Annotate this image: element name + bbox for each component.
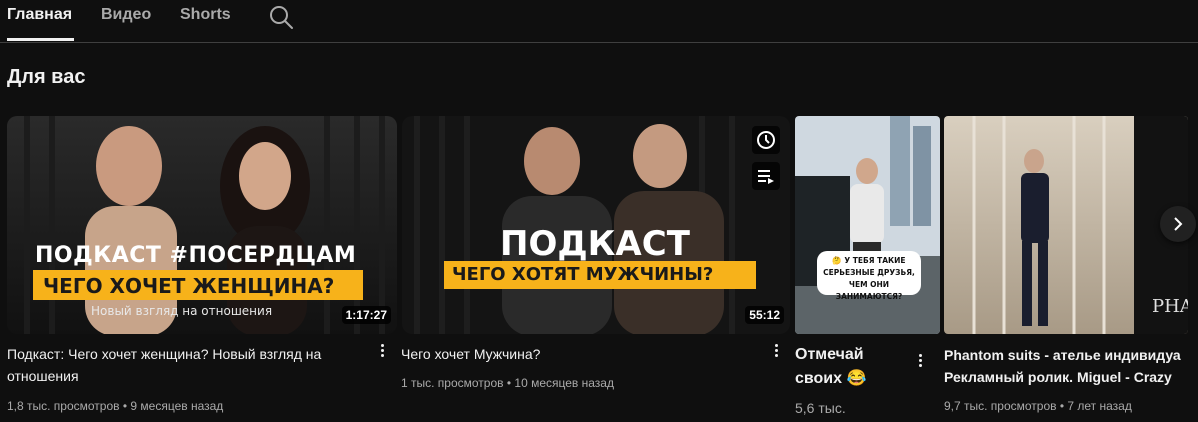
carousel-next-button[interactable] [1160, 206, 1196, 242]
video-title-1[interactable]: Подкаст: Чего хочет женщина? Новый взгля… [7, 343, 367, 387]
more-vert-icon[interactable] [914, 352, 926, 372]
video-thumbnail-2[interactable]: ПОДКАСТ ЧЕГО ХОТЯТ МУЖЧИНЫ? 55:12 [402, 116, 790, 334]
short-meta-3: 5,6 тыс. [795, 400, 846, 416]
video-meta-2: 1 тыс. просмотров • 10 месяцев назад [401, 376, 614, 390]
short-title-line1[interactable]: Отмечай [795, 343, 864, 367]
video-thumbnail-4[interactable]: PHAN [944, 116, 1188, 334]
tab-videos[interactable]: Видео [101, 6, 151, 24]
video-title-2[interactable]: Чего хочет Мужчина? [401, 343, 761, 365]
video-meta-4: 9,7 тыс. просмотров • 7 лет назад [944, 399, 1132, 413]
short-title-line2[interactable]: своих 😂 [795, 367, 866, 391]
tab-shorts[interactable]: Shorts [180, 6, 231, 24]
video-meta-1: 1,8 тыс. просмотров • 9 месяцев назад [7, 399, 224, 413]
video-title-4-line2[interactable]: Рекламный ролик. Miguel - Crazy [944, 365, 1188, 389]
short-thumbnail-3[interactable]: 🤔 У ТЕБЯ ТАКИЕ СЕРЬЕЗНЫЕ ДРУЗЬЯ, ЧЕМ ОНИ… [795, 116, 940, 334]
video-thumbnail-1[interactable]: ПОДКАСТ #ПОСЕРДЦАМ ЧЕГО ХОЧЕТ ЖЕНЩИНА? Н… [7, 116, 397, 334]
video-title-4-line1[interactable]: Phantom suits - ателье индивидуа [944, 343, 1188, 367]
section-title: Для вас [7, 66, 86, 88]
add-to-queue-button[interactable] [752, 162, 780, 190]
chevron-right-icon [1174, 217, 1183, 231]
short-caption: 🤔 У ТЕБЯ ТАКИЕ СЕРЬЕЗНЫЕ ДРУЗЬЯ, ЧЕМ ОНИ… [823, 256, 915, 301]
video-duration: 55:12 [745, 306, 784, 324]
thumb-text-line2: ЧЕГО ХОЧЕТ ЖЕНЩИНА? [43, 274, 335, 298]
thumb-brand-text: PHAN [1152, 296, 1188, 317]
watch-later-button[interactable] [752, 126, 780, 154]
thumb-text-line2: ЧЕГО ХОТЯТ МУЖЧИНЫ? [452, 264, 714, 285]
queue-icon [758, 170, 774, 184]
video-duration: 1:17:27 [341, 306, 391, 324]
thumb-text-line3: Новый взгляд на отношения [91, 304, 273, 318]
tab-home[interactable]: Главная [7, 6, 72, 24]
search-icon[interactable] [268, 4, 294, 30]
clock-icon [757, 131, 775, 149]
thumb-text-line1: ПОДКАСТ #ПОСЕРДЦАМ [35, 243, 357, 268]
more-vert-icon[interactable] [376, 342, 388, 362]
active-tab-indicator [7, 38, 74, 41]
channel-tabs: Главная Видео Shorts [0, 0, 1198, 43]
thumb-text-line1: ПОДКАСТ [500, 224, 690, 264]
more-vert-icon[interactable] [770, 342, 782, 362]
